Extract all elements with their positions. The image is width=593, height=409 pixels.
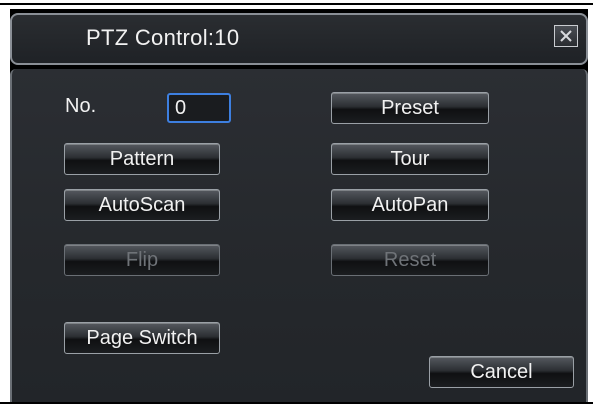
close-button[interactable] <box>554 25 578 47</box>
flip-button[interactable]: Flip <box>64 244 220 276</box>
bottom-rule <box>0 402 593 404</box>
top-rule <box>0 3 593 5</box>
no-label: No. <box>65 95 97 117</box>
preset-button[interactable]: Preset <box>331 92 489 124</box>
pattern-button[interactable]: Pattern <box>64 143 220 175</box>
cancel-button[interactable]: Cancel <box>429 356 574 388</box>
close-x-icon <box>559 29 573 43</box>
autoscan-button[interactable]: AutoScan <box>64 189 220 221</box>
page-switch-button[interactable]: Page Switch <box>64 322 220 354</box>
no-input[interactable]: 0 <box>167 93 231 123</box>
dialog-title: PTZ Control:10 <box>86 25 240 50</box>
autopan-button[interactable]: AutoPan <box>331 189 489 221</box>
reset-button[interactable]: Reset <box>331 244 489 276</box>
tour-button[interactable]: Tour <box>331 143 489 175</box>
title-bar: PTZ Control:10 <box>10 13 588 65</box>
ptz-control-dialog: PTZ Control:10 No. 0 Preset Pattern Tour… <box>10 9 588 403</box>
